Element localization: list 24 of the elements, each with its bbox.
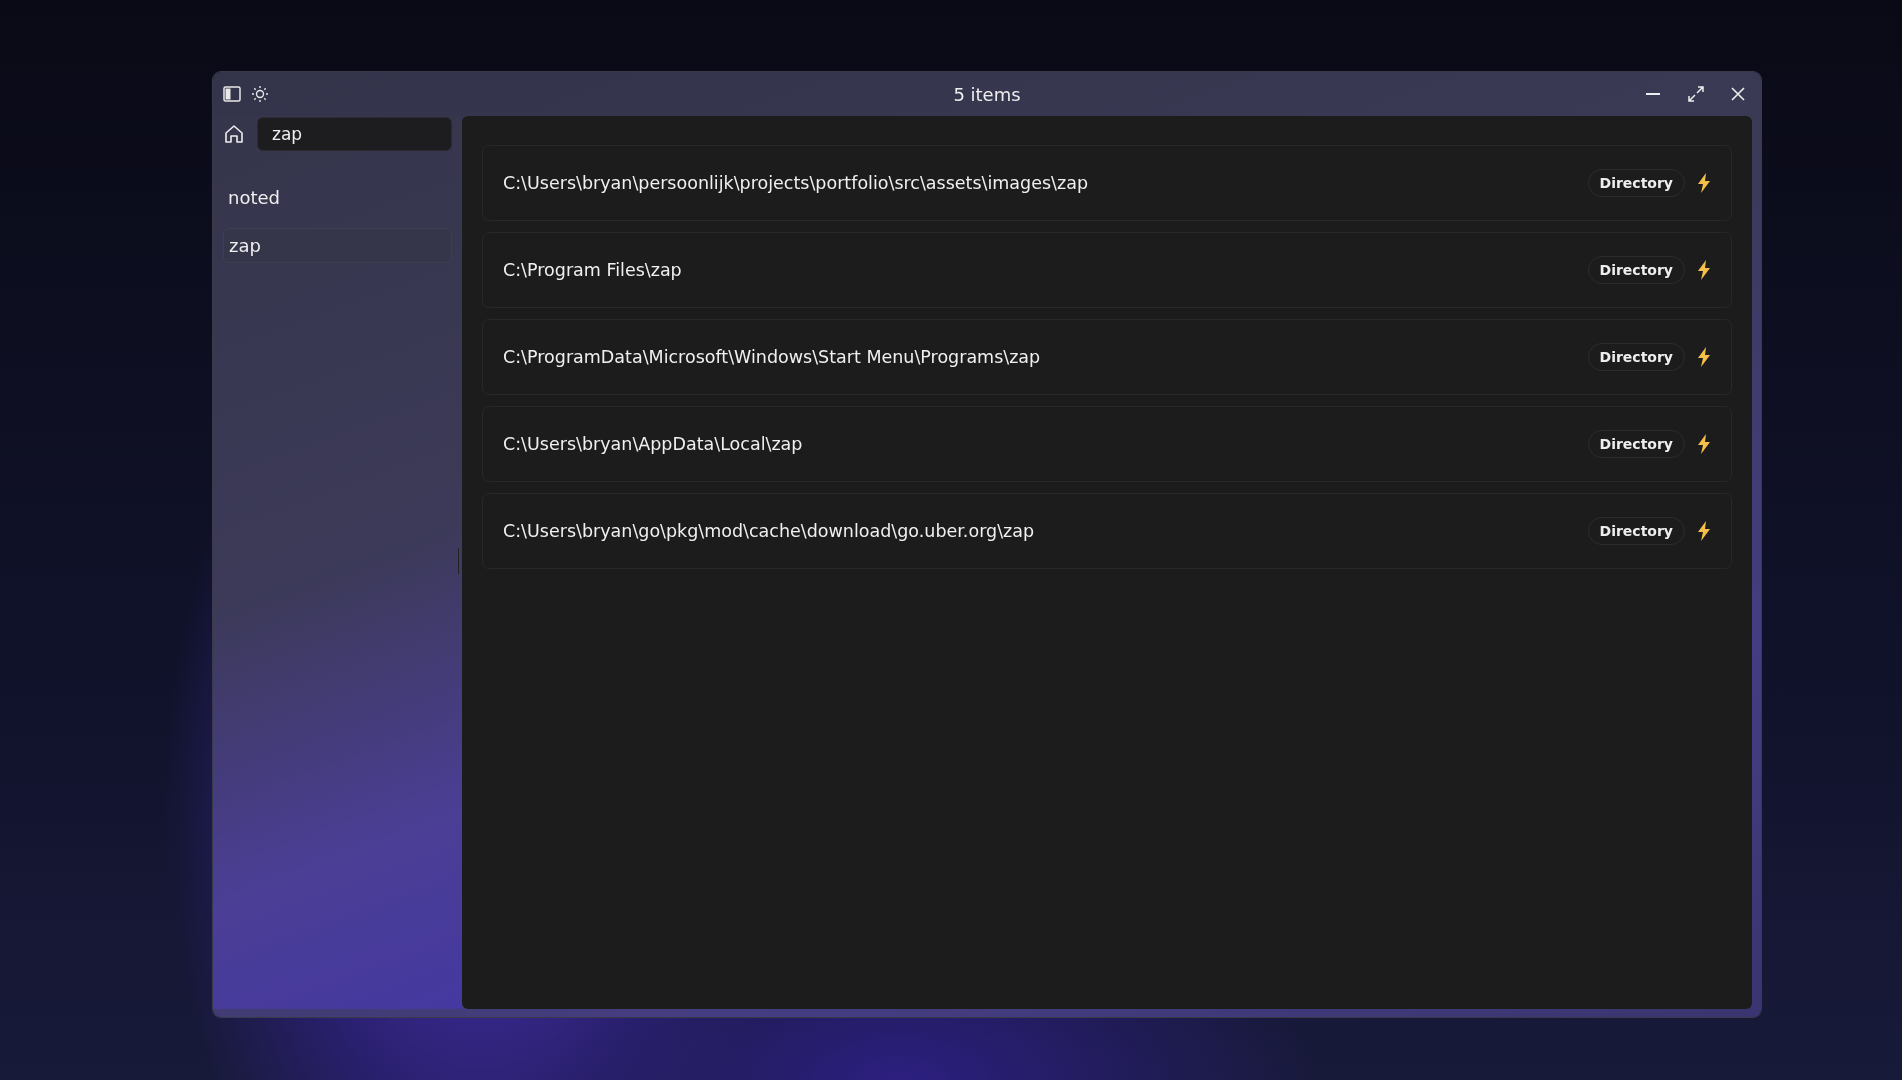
path-text: C:\Users\bryan\go\pkg\mod\cache\download\go.uber.org\zap [503, 521, 1036, 541]
window-title: 5 items [953, 83, 1021, 105]
result-row[interactable]: C:\Users\bryan\go\pkg\mod\cache\download\go.uber.org\zap Directory [482, 493, 1732, 569]
home-icon[interactable] [223, 123, 245, 145]
result-row[interactable]: C:\Program Files\zap Directory [482, 232, 1732, 308]
close-icon[interactable] [1731, 87, 1745, 101]
maximize-icon[interactable] [1687, 85, 1705, 103]
sidebar-toggle-icon[interactable] [223, 86, 241, 102]
lightning-icon[interactable] [1697, 521, 1711, 541]
sidebar-item[interactable]: noted [223, 181, 452, 214]
result-row[interactable]: C:\Users\bryan\AppData\Local\zap Directory [482, 406, 1732, 482]
path-text: C:\Users\bryan\persoonlijk\projects\portfolio\src\assets\images\zap [503, 173, 1089, 193]
lightning-icon[interactable] [1697, 347, 1711, 367]
path-text: C:\Program Files\zap [503, 260, 683, 280]
path-text: C:\Users\bryan\AppData\Local\zap [503, 434, 804, 454]
lightning-icon[interactable] [1697, 434, 1711, 454]
result-row[interactable]: C:\Users\bryan\persoonlijk\projects\portfolio\src\assets\images\zap Directory [482, 145, 1732, 221]
sidebar-item[interactable]: zap [223, 228, 452, 263]
lightning-icon[interactable] [1697, 260, 1711, 280]
search-field[interactable]: zap [257, 117, 452, 151]
result-row[interactable]: C:\ProgramData\Microsoft\Windows\Start Menu\Programs\zap Directory [482, 319, 1732, 395]
sun-icon[interactable] [251, 85, 269, 103]
lightning-icon[interactable] [1697, 173, 1711, 193]
path-text: C:\ProgramData\Microsoft\Windows\Start Menu\Programs\zap [503, 347, 1042, 367]
